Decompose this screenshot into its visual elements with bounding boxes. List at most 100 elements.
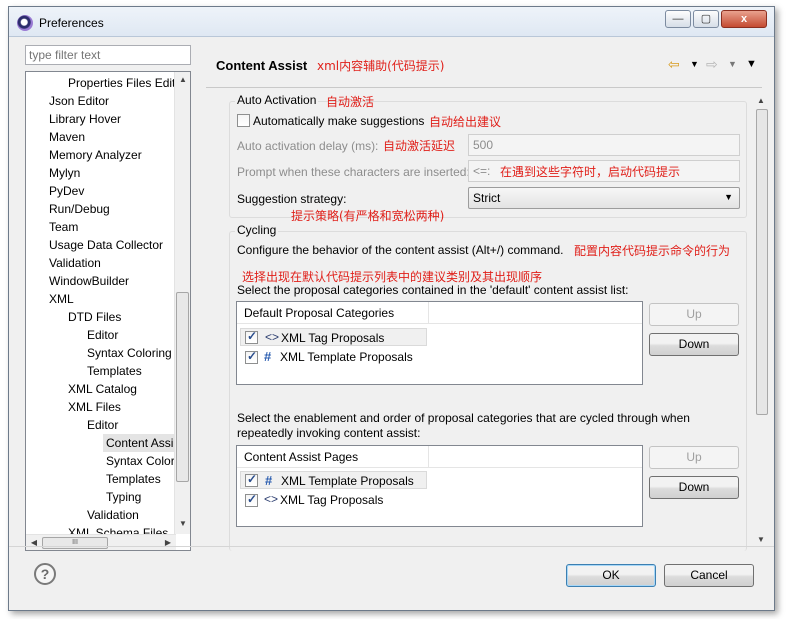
tree-item-usage-data-collector[interactable]: Usage Data Collector [49,236,163,254]
default-down-button[interactable]: Down [649,333,739,356]
tree-item-maven[interactable]: Maven [49,128,85,146]
tree-item-json-editor[interactable]: Json Editor [49,92,109,110]
tree-item-windowbuilder[interactable]: WindowBuilder [49,272,129,290]
tree-item-typing[interactable]: Typing [106,488,141,506]
page-title-annotation: xml内容辅助(代码提示) [317,59,445,73]
delay-annotation: 自动激活延迟 [383,139,456,153]
make-suggestions-annotation: 自动给出建议 [429,115,502,129]
prompt-chars-value: <=: [473,164,491,178]
cycling-label: Cycling [235,223,279,237]
prompt-chars-label: Prompt when these characters are inserte… [237,165,470,179]
delay-label: Auto activation delay (ms): [237,139,379,153]
make-suggestions-checkbox[interactable] [237,114,250,127]
tree-item-run-debug[interactable]: Run/Debug [49,200,110,218]
default-row-xml-tag[interactable]: <> XML Tag Proposals [240,328,427,346]
scroll-right-arrow-icon[interactable]: ▶ [160,535,176,550]
cycle-row-xml-tag[interactable]: <> XML Tag Proposals [240,491,427,509]
forward-arrow-icon[interactable]: ⇨ [706,55,718,73]
view-menu-icon[interactable]: ▼ [746,55,757,73]
default-table-header: Default Proposal Categories [237,302,642,324]
tree-item-xml[interactable]: XML [49,290,74,308]
cycle-up-button[interactable]: Up [649,446,739,469]
help-icon[interactable]: ? [34,563,56,585]
tree-scroll-thumb[interactable] [176,292,189,482]
close-button[interactable]: x [721,10,767,28]
forward-menu-chevron-icon[interactable]: ▼ [728,55,737,73]
navigation-panel: Properties Files Edito Json Editor Libra… [15,43,201,553]
cycle-row-xml-template[interactable]: # XML Template Proposals [240,471,427,489]
back-menu-chevron-icon[interactable]: ▼ [690,55,699,73]
scroll-left-arrow-icon[interactable]: ◀ [26,535,42,550]
page-navigation: ⇦ ▼ ⇨ ▼ ▼ [666,55,762,75]
tree-item-dtd-files[interactable]: DTD Files [68,308,121,326]
column-divider [428,446,429,468]
tree-item-memory-analyzer[interactable]: Memory Analyzer [49,146,142,164]
xml-tag-checkbox[interactable] [245,329,258,344]
default-table-header-label: Default Proposal Categories [244,306,395,320]
cancel-button[interactable]: Cancel [664,564,754,587]
ok-button[interactable]: OK [566,564,656,587]
tree-item-mylyn[interactable]: Mylyn [49,164,80,182]
preference-tree: Properties Files Edito Json Editor Libra… [25,71,191,551]
cycling-description: Configure the behavior of the content as… [237,243,564,257]
tree-item-dtd-editor[interactable]: Editor [87,326,118,344]
tree-item-team[interactable]: Team [49,218,78,236]
tree-horizontal-scrollbar[interactable]: ◀ III ▶ [26,534,176,550]
tree-item-library-hover[interactable]: Library Hover [49,110,121,128]
filter-input[interactable] [25,45,191,65]
default-list-label: Select the proposal categories contained… [237,283,629,297]
tree-item-xml-validation[interactable]: Validation [87,506,139,524]
scroll-up-arrow-icon[interactable]: ▲ [175,72,190,88]
xml-tag-checkbox[interactable] [245,492,258,507]
preference-page: Content Assist xml内容辅助(代码提示) ⇦ ▼ ⇨ ▼ ▼ A… [202,43,769,553]
prompt-chars-annotation: 在遇到这些字符时，启动代码提示 [500,165,681,179]
tree-item-templates[interactable]: Templates [106,470,161,488]
tree-item-content-assist[interactable]: Content Assi [103,434,176,452]
scroll-down-arrow-icon[interactable]: ▼ [175,516,190,532]
minimize-button[interactable]: — [665,10,691,28]
tree-item-xml-catalog[interactable]: XML Catalog [68,380,137,398]
cycle-list-label-line-2: repeatedly invoking content assist: [237,426,421,440]
back-arrow-icon[interactable]: ⇦ [668,55,680,73]
tree-hscroll-thumb[interactable]: III [42,537,108,549]
xml-template-checkbox[interactable] [245,349,258,364]
tree-vertical-scrollbar[interactable]: ▲ ▼ [174,72,190,534]
page-vertical-scrollbar[interactable]: ▲ ▼ [755,95,769,549]
tree-item-properties-files-editor[interactable]: Properties Files Edito [68,74,182,92]
xml-template-checkbox[interactable] [245,472,258,487]
default-row-label: XML Template Proposals [280,350,413,364]
title-divider [206,87,762,88]
xml-tag-icon: <> [264,492,279,506]
tree-item-pydev[interactable]: PyDev [49,182,84,200]
xml-tag-icon: <> [265,330,280,344]
default-up-button[interactable]: Up [649,303,739,326]
cycle-down-button[interactable]: Down [649,476,739,499]
maximize-button[interactable]: ▢ [693,10,719,28]
default-row-label: XML Tag Proposals [281,331,385,345]
window-title: Preferences [39,16,104,30]
auto-activation-annotation: 自动激活 [326,95,375,109]
default-row-xml-template[interactable]: # XML Template Proposals [240,348,427,366]
tree-item-dtd-syntax-coloring[interactable]: Syntax Coloring [87,344,172,362]
eclipse-logo-icon [17,15,33,31]
tree-item-syntax-coloring[interactable]: Syntax Colori [106,452,177,470]
page-title: Content Assist [216,58,308,73]
chevron-down-icon: ▼ [724,192,733,202]
page-scroll-thumb[interactable] [756,109,768,415]
tree-item-xml-files[interactable]: XML Files [68,398,121,416]
cycle-table-header-label: Content Assist Pages [244,450,359,464]
strategy-value: Strict [473,191,501,205]
strategy-annotation: 提示策略(有严格和宽松两种) [291,209,445,223]
delay-field[interactable]: 500 [468,134,740,156]
cycle-list-label-line-1: Select the enablement and order of propo… [237,411,690,425]
tree-item-dtd-templates[interactable]: Templates [87,362,142,380]
strategy-select[interactable]: Strict ▼ [468,187,740,209]
title-bar: Preferences — ▢ x [9,7,774,37]
scroll-up-arrow-icon[interactable]: ▲ [754,93,768,109]
preferences-window: Preferences — ▢ x Properties Files Edito… [8,6,775,611]
template-hash-icon: # [265,473,273,488]
tree-item-validation[interactable]: Validation [49,254,101,272]
tree-item-xml-files-editor[interactable]: Editor [87,416,118,434]
auto-activation-label: Auto Activation [235,93,319,107]
strategy-label: Suggestion strategy: [237,192,347,206]
